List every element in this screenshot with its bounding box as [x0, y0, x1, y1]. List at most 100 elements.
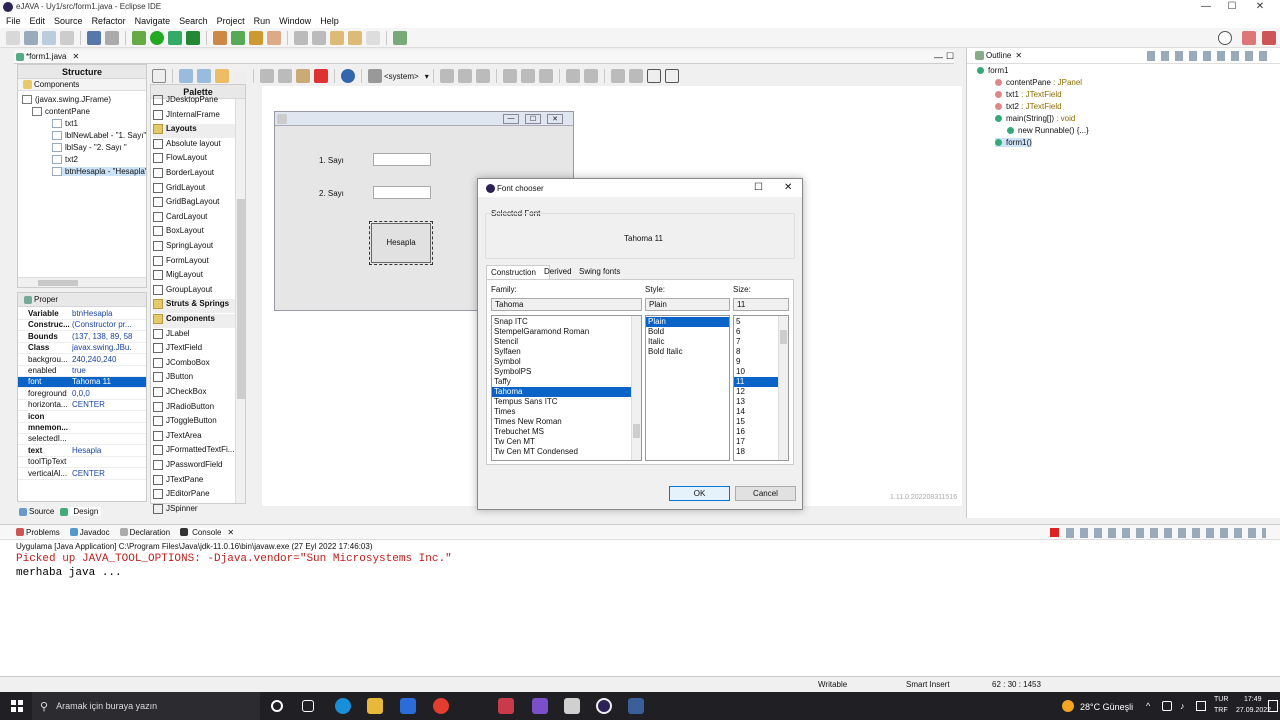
language-1[interactable]: TUR: [1214, 696, 1228, 703]
font-style-option[interactable]: Italic: [646, 337, 729, 347]
close-console-icon[interactable]: ✕: [227, 528, 234, 537]
print-icon[interactable]: [60, 30, 74, 45]
terminal-icon[interactable]: [87, 30, 101, 45]
run-icon[interactable]: [150, 30, 164, 45]
font-family-option[interactable]: StempelGaramond Roman: [492, 327, 641, 337]
outline-item[interactable]: contentPane : JPanel: [995, 78, 1082, 87]
label-sayi-1[interactable]: 1. Sayı: [319, 156, 344, 165]
font-family-option[interactable]: Tahoma: [492, 387, 641, 397]
font-style-option[interactable]: Plain: [646, 317, 729, 327]
tab-source[interactable]: Source: [29, 507, 54, 516]
font-family-option[interactable]: Times New Roman: [492, 417, 641, 427]
search-tool-icon[interactable]: [267, 30, 281, 45]
dialog-maximize-button[interactable]: ☐: [754, 182, 763, 193]
property-row[interactable]: verticalAl... CENTER: [18, 469, 146, 480]
size-scrollbar[interactable]: [778, 316, 788, 460]
font-family-option[interactable]: Snap ITC: [492, 317, 641, 327]
new-icon[interactable]: [6, 30, 20, 45]
center-horizontal-icon[interactable]: [646, 69, 661, 83]
menu-navigate[interactable]: Navigate: [135, 14, 171, 28]
prev-annotation-icon[interactable]: [312, 30, 326, 45]
property-row[interactable]: Construc... (Constructor pr...: [18, 320, 146, 332]
palette-category[interactable]: Layouts: [153, 124, 237, 139]
visual-studio-icon[interactable]: [532, 698, 548, 714]
tree-item-lblsay[interactable]: lblSay - "2. Sayı ": [52, 143, 127, 153]
font-style-option[interactable]: Bold: [646, 327, 729, 337]
tray-chevron-icon[interactable]: ^: [1146, 701, 1150, 711]
txt1-field[interactable]: [373, 153, 431, 166]
outline-item[interactable]: form1: [977, 66, 1008, 75]
palette-item[interactable]: BoxLayout: [153, 226, 237, 240]
palette-item[interactable]: JButton: [153, 372, 237, 386]
palette-item[interactable]: Absolute layout: [153, 138, 237, 153]
palette-item[interactable]: JEditorPane: [153, 489, 237, 503]
font-style-option[interactable]: Bold Italic: [646, 347, 729, 357]
tab-problems[interactable]: Problems: [26, 528, 60, 537]
tab-declaration[interactable]: Declaration: [130, 528, 170, 537]
palette-item[interactable]: MigLayout: [153, 270, 237, 284]
weather-text[interactable]: 28°C Güneşli: [1080, 702, 1133, 712]
align-right-icon[interactable]: [475, 69, 490, 83]
volume-icon[interactable]: ♪: [1180, 701, 1185, 711]
menu-project[interactable]: Project: [217, 14, 245, 28]
property-value[interactable]: (Constructor pr...: [72, 320, 132, 329]
close-outline-icon[interactable]: ✕: [1015, 51, 1022, 60]
frame-preview-icon[interactable]: [179, 69, 193, 83]
screen-recorder-icon[interactable]: [498, 698, 514, 714]
minimize-button[interactable]: —: [1196, 1, 1216, 13]
property-row[interactable]: Class javax.swing.JBu...: [18, 343, 146, 355]
palette-category[interactable]: Struts & Springs: [153, 299, 237, 314]
java-app-icon[interactable]: [628, 698, 644, 714]
property-value[interactable]: btnHesapla: [72, 309, 132, 318]
menu-source[interactable]: Source: [54, 14, 83, 28]
tab-derived[interactable]: Derived: [544, 267, 572, 276]
debug-icon[interactable]: [132, 30, 146, 45]
store-icon[interactable]: [400, 698, 416, 714]
editor-tab-label[interactable]: *form1.java: [26, 52, 66, 61]
font-family-option[interactable]: Taffy: [492, 377, 641, 387]
palette-item[interactable]: JDesktopPane: [153, 95, 237, 109]
external-tools-icon[interactable]: [186, 30, 200, 45]
menu-help[interactable]: Help: [320, 14, 339, 28]
palette-item[interactable]: SpringLayout: [153, 241, 237, 255]
property-value[interactable]: 0,0,0: [72, 389, 132, 398]
close-window-button[interactable]: ✕: [1250, 1, 1270, 13]
look-and-feel-icon[interactable]: [341, 69, 355, 83]
property-row[interactable]: Variable btnHesapla: [18, 309, 146, 320]
next-annotation-icon[interactable]: [294, 30, 308, 45]
windows-start-icon[interactable]: [11, 700, 23, 712]
menu-run[interactable]: Run: [254, 14, 271, 28]
tree-item-txt1[interactable]: txt1: [52, 119, 78, 129]
open-type-icon[interactable]: [249, 30, 263, 45]
delete-icon[interactable]: [314, 69, 328, 83]
cut-icon[interactable]: [260, 69, 274, 83]
menu-refactor[interactable]: Refactor: [92, 14, 126, 28]
property-value[interactable]: true: [72, 366, 132, 375]
forward-icon[interactable]: [366, 30, 380, 45]
palette-item[interactable]: FormLayout: [153, 255, 237, 270]
notification-icon[interactable]: [1268, 700, 1278, 712]
palette-category[interactable]: Components: [153, 314, 237, 328]
test-gui-icon[interactable]: [152, 69, 166, 83]
last-edit-icon[interactable]: [330, 30, 344, 45]
close-tab-icon[interactable]: ✕: [72, 52, 79, 61]
console-toolbar[interactable]: [1066, 528, 1266, 538]
font-family-option[interactable]: Stencil: [492, 337, 641, 347]
outline-item[interactable]: main(String[]) : void: [995, 114, 1075, 123]
property-value[interactable]: 240,240,240: [72, 355, 132, 364]
paste-icon[interactable]: [296, 69, 310, 83]
maximize-button[interactable]: ☐: [1222, 1, 1242, 13]
space-vertical-icon[interactable]: [628, 69, 643, 83]
clock-time[interactable]: 17:49: [1244, 696, 1262, 703]
size-field[interactable]: 11: [733, 298, 789, 311]
align-middle-icon[interactable]: [520, 69, 535, 83]
same-width-icon[interactable]: [565, 69, 580, 83]
label-sayi-2[interactable]: 2. Sayı: [319, 189, 344, 198]
space-horizontal-icon[interactable]: [610, 69, 625, 83]
file-explorer-icon[interactable]: [367, 698, 383, 714]
font-family-option[interactable]: Sylfaen: [492, 347, 641, 357]
same-height-icon[interactable]: [583, 69, 598, 83]
tab-console[interactable]: Console: [190, 527, 224, 537]
style-list[interactable]: Plain Bold Italic Bold Italic: [645, 315, 730, 461]
palette-item[interactable]: FlowLayout: [153, 153, 237, 167]
